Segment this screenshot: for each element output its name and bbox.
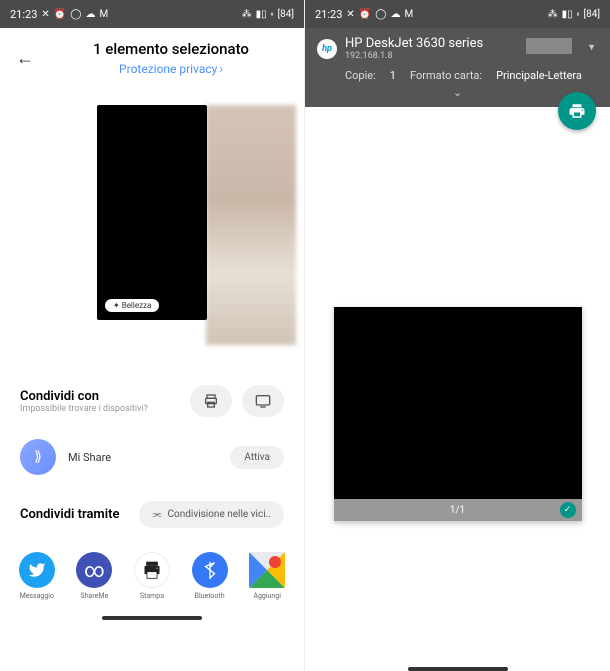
printer-dropdown[interactable]: ▼: [587, 42, 596, 53]
mute-icon: ✕: [41, 9, 49, 20]
share-via-row: Condividi tramite ⫘ Condivisione nelle v…: [0, 487, 304, 542]
chevron-right-icon: ›: [219, 62, 223, 76]
back-button[interactable]: ←: [16, 48, 34, 69]
nearby-icon: ⫘: [153, 509, 162, 520]
bluetooth-status-icon: ⁂: [242, 9, 252, 20]
app-grid: Messaggio ∞ ShareMe Stampa Bluetooth Agg…: [0, 542, 304, 610]
wifi-icon: ⬫: [271, 9, 274, 20]
app-print[interactable]: Stampa: [133, 552, 171, 600]
share-with-title: Condividi con: [20, 389, 148, 404]
wand-icon: ✦: [113, 301, 120, 310]
print-page[interactable]: 1/1 ✓: [334, 307, 582, 521]
printer-name: HP DeskJet 3630 series: [345, 36, 483, 51]
share-via-title: Condividi tramite: [20, 507, 119, 522]
page-counter: 1/1: [450, 505, 465, 516]
share-with-sub[interactable]: Impossibile trovare i dispositivi?: [20, 404, 148, 414]
cast-button[interactable]: [242, 385, 284, 417]
alarm-icon: ⏰: [54, 9, 66, 20]
shareme-icon: ∞: [76, 552, 112, 588]
alarm-icon: ⏰: [359, 9, 371, 20]
privacy-link[interactable]: Protezione privacy›: [119, 62, 223, 76]
mishare-icon: ⟫: [20, 439, 56, 475]
app-shareme[interactable]: ∞ ShareMe: [76, 552, 114, 600]
header: ← 1 elemento selezionato Protezione priv…: [0, 28, 304, 85]
status-bar: 21:23 ✕ ⏰ ◯ ☁ M ⁂ ▮▯ ⬫ [84]: [305, 0, 610, 28]
mute-icon: ✕: [346, 9, 354, 20]
expand-options[interactable]: ⌄: [317, 86, 598, 103]
bluetooth-status-icon: ⁂: [548, 9, 558, 20]
bluetooth-icon: [192, 552, 228, 588]
page-title: 1 elemento selezionato: [54, 40, 288, 58]
twitter-icon: [19, 552, 55, 588]
app-bluetooth[interactable]: Bluetooth: [191, 552, 229, 600]
status-bar: 21:23 ✕ ⏰ ◯ ☁ M ⁂ ▮▯ ⬫ [84]: [0, 0, 304, 28]
mail-icon: M: [404, 9, 413, 20]
mail-icon: M: [99, 9, 108, 20]
app-maps[interactable]: Aggiungi: [248, 552, 286, 600]
page-selected-check-icon[interactable]: ✓: [560, 502, 576, 518]
cast-icon: [255, 394, 271, 408]
redacted-area: [526, 38, 572, 54]
print-image: [334, 307, 582, 499]
next-image-preview[interactable]: [206, 105, 296, 345]
hp-logo-icon: hp: [317, 39, 337, 59]
signal-icon: ▮▯: [562, 9, 573, 20]
battery-icon: [84]: [277, 9, 294, 20]
mishare-label: Mi Share: [68, 451, 111, 464]
share-screen: 21:23 ✕ ⏰ ◯ ☁ M ⁂ ▮▯ ⬫ [84] ← 1 elemento…: [0, 0, 305, 671]
status-time: 21:23: [315, 8, 342, 21]
signal-icon: ▮▯: [256, 9, 267, 20]
nearby-share-chip[interactable]: ⫘ Condivisione nelle vici..: [139, 501, 284, 528]
print-fab[interactable]: [558, 92, 596, 130]
selected-image[interactable]: ✦ Bellezza: [97, 105, 207, 320]
page-footer: 1/1 ✓: [334, 499, 582, 521]
nav-bar[interactable]: [408, 667, 508, 671]
whatsapp-icon: ◯: [70, 9, 81, 20]
share-with-section: Condividi con Impossibile trovare i disp…: [0, 375, 304, 427]
wifi-icon: ⬫: [577, 9, 580, 20]
format-label: Formato carta:: [410, 69, 482, 82]
whatsapp-icon: ◯: [375, 9, 386, 20]
copies-value[interactable]: 1: [390, 69, 396, 82]
maps-icon: [249, 552, 285, 588]
printer-icon: [203, 393, 219, 409]
printer-ip: 192.168.1.8: [345, 51, 483, 61]
nav-bar[interactable]: [102, 616, 202, 620]
battery-icon: [84]: [583, 9, 600, 20]
status-time: 21:23: [10, 8, 37, 21]
image-preview: ✦ Bellezza ✓: [0, 105, 304, 365]
cloud-icon: ☁: [85, 9, 95, 20]
print-button[interactable]: [190, 385, 232, 417]
cloud-icon: ☁: [390, 9, 400, 20]
mishare-row: ⟫ Mi Share Attiva: [0, 427, 304, 487]
activate-button[interactable]: Attiva: [230, 446, 284, 469]
app-twitter[interactable]: Messaggio: [18, 552, 56, 600]
printer-icon: [568, 102, 586, 120]
copies-label: Copie:: [345, 69, 376, 82]
print-screen: 21:23 ✕ ⏰ ◯ ☁ M ⁂ ▮▯ ⬫ [84] hp HP DeskJe…: [305, 0, 610, 671]
print-preview-area: 1/1 ✓: [305, 107, 610, 661]
print-app-icon: [134, 552, 170, 588]
format-value[interactable]: Principale-Lettera: [496, 69, 582, 82]
beauty-chip[interactable]: ✦ Bellezza: [105, 299, 159, 312]
